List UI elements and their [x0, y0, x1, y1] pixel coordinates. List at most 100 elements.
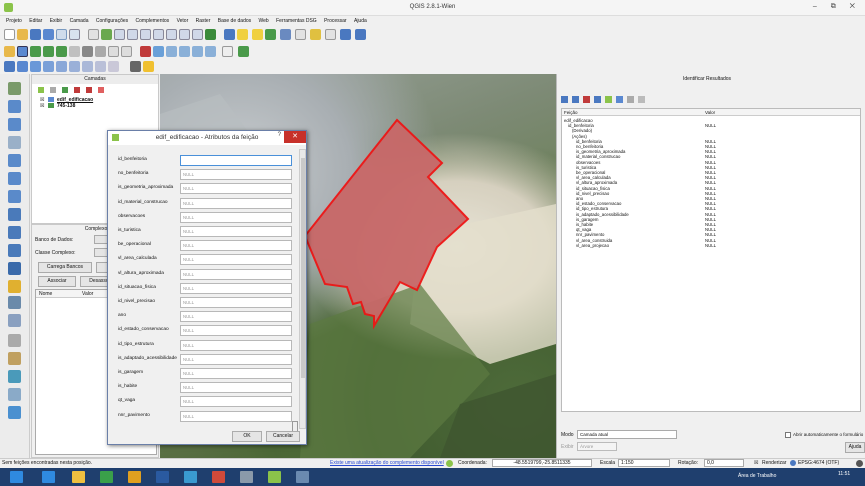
cancel-button[interactable]: Cancelar: [266, 431, 300, 442]
copy-feature-icon[interactable]: [594, 96, 601, 103]
menu-base-de-dados[interactable]: Base de dados: [218, 16, 251, 26]
menu-camada[interactable]: Camada: [70, 16, 89, 26]
delete-selected-icon[interactable]: [82, 46, 93, 57]
delete-ring-icon[interactable]: [8, 296, 21, 309]
reshape-icon[interactable]: [8, 208, 21, 221]
column-header-feature[interactable]: Feição: [564, 110, 578, 115]
statistics-icon[interactable]: [295, 29, 306, 40]
tree-row[interactable]: vl_area_projecao NULL: [562, 243, 862, 248]
zoom-layer-icon[interactable]: [153, 29, 164, 40]
collapse-all-icon[interactable]: [86, 87, 92, 93]
ie-icon[interactable]: [42, 471, 55, 483]
field-input[interactable]: NULL: [180, 211, 292, 223]
menu-raster[interactable]: Raster: [196, 16, 211, 26]
clear-results-icon[interactable]: [583, 96, 590, 103]
print-results-icon[interactable]: [605, 96, 612, 103]
python-console-icon[interactable]: [238, 46, 249, 57]
field-input[interactable]: NULL: [180, 396, 292, 408]
word-icon[interactable]: [156, 471, 169, 483]
menu-processar[interactable]: Processar: [324, 16, 347, 26]
add-postgis-icon[interactable]: [30, 61, 41, 72]
edit-pencil-icon[interactable]: [4, 46, 15, 57]
column-header-value[interactable]: Valor: [705, 110, 715, 115]
chrome-icon[interactable]: [128, 471, 141, 483]
plugin-update-link[interactable]: Existe uma atualização do complemento di…: [330, 459, 444, 468]
desktop-label[interactable]: Área de Trabalho: [738, 473, 776, 479]
menu-projeto[interactable]: Projeto: [6, 16, 22, 26]
log-messages-icon[interactable]: [856, 460, 863, 467]
zoom-out-icon[interactable]: [127, 29, 138, 40]
field-input[interactable]: NULL: [180, 410, 292, 422]
toggle-editing-icon[interactable]: [17, 46, 28, 57]
add-polygon-icon[interactable]: [8, 136, 21, 149]
move-feature-icon[interactable]: [56, 46, 67, 57]
settings-icon[interactable]: [627, 96, 634, 103]
simplify-icon[interactable]: [8, 280, 21, 293]
zoom-last-icon[interactable]: [179, 29, 190, 40]
menu-complementos[interactable]: Complementos: [136, 16, 170, 26]
add-wfs-icon[interactable]: [82, 61, 93, 72]
color-swatch-icon[interactable]: [143, 61, 154, 72]
field-input[interactable]: NULL: [180, 368, 292, 379]
filter-legend-icon[interactable]: [62, 87, 68, 93]
open-form-icon[interactable]: [616, 96, 623, 103]
rotation-field[interactable]: 0,0: [704, 459, 744, 467]
field-input[interactable]: NULL: [180, 226, 292, 237]
help-icon[interactable]: [355, 29, 366, 40]
menu-configuracoes[interactable]: Configurações: [96, 16, 128, 26]
paste-icon[interactable]: [121, 46, 132, 57]
remove-layer-icon[interactable]: [98, 87, 104, 93]
crs-button[interactable]: EPSG:4674 (OTF): [798, 459, 839, 468]
manage-visibility-icon[interactable]: [50, 87, 56, 93]
merge-features-icon[interactable]: [8, 190, 21, 203]
new-bookmark-icon[interactable]: [340, 29, 351, 40]
add-wms-icon[interactable]: [56, 61, 67, 72]
layer-item[interactable]: ☒ 745-138: [40, 103, 150, 109]
csv-icon[interactable]: [222, 46, 233, 57]
label-tool-icon[interactable]: [140, 46, 151, 57]
field-input[interactable]: NULL: [180, 339, 292, 351]
pan-to-selection-icon[interactable]: [101, 29, 112, 40]
messages-icon[interactable]: [446, 460, 453, 467]
menu-web[interactable]: Web: [259, 16, 269, 26]
open-folder-icon[interactable]: [17, 29, 28, 40]
add-line-icon[interactable]: [8, 118, 21, 131]
identify-icon[interactable]: [224, 29, 235, 40]
text-annotation-icon[interactable]: [8, 370, 21, 383]
file-explorer-icon[interactable]: [72, 471, 85, 483]
digitize-icon[interactable]: [8, 82, 21, 95]
new-project-icon[interactable]: [4, 29, 15, 40]
field-input[interactable]: NULL: [180, 311, 292, 323]
field-input[interactable]: [180, 155, 292, 166]
deselect-icon[interactable]: [252, 29, 263, 40]
zoom-next-icon[interactable]: [192, 29, 203, 40]
field-input[interactable]: NULL: [180, 169, 292, 181]
expand-all-icon[interactable]: [74, 87, 80, 93]
fill-ring-icon[interactable]: [8, 262, 21, 275]
label-pin-icon[interactable]: [153, 46, 164, 57]
print-composer-icon[interactable]: [56, 29, 67, 40]
field-calculator-icon[interactable]: [280, 29, 291, 40]
split-features-icon[interactable]: [8, 172, 21, 185]
rotate-feature-icon[interactable]: [8, 244, 21, 257]
delete-part-icon[interactable]: [8, 314, 21, 327]
field-input[interactable]: NULL: [180, 353, 292, 365]
start-icon[interactable]: [10, 471, 23, 483]
save-icon[interactable]: [30, 29, 41, 40]
field-input[interactable]: NULL: [180, 268, 292, 280]
scale-field[interactable]: 1:150: [618, 459, 670, 467]
label-move-icon[interactable]: [179, 46, 190, 57]
field-input[interactable]: NULL: [180, 297, 292, 308]
node-tool-icon[interactable]: [69, 46, 80, 57]
menu-ajuda[interactable]: Ajuda: [354, 16, 367, 26]
scrollbar-thumb[interactable]: [301, 158, 305, 378]
pan-icon[interactable]: [88, 29, 99, 40]
add-wcs-icon[interactable]: [69, 61, 80, 72]
mode-select[interactable]: Camada atual: [577, 430, 677, 439]
auto-open-checkbox[interactable]: [785, 432, 791, 438]
zoom-selection-icon[interactable]: [166, 29, 177, 40]
field-input[interactable]: NULL: [180, 240, 292, 252]
label-show-icon[interactable]: [166, 46, 177, 57]
add-oracle-icon[interactable]: [108, 61, 119, 72]
annotation-icon[interactable]: [8, 352, 21, 365]
